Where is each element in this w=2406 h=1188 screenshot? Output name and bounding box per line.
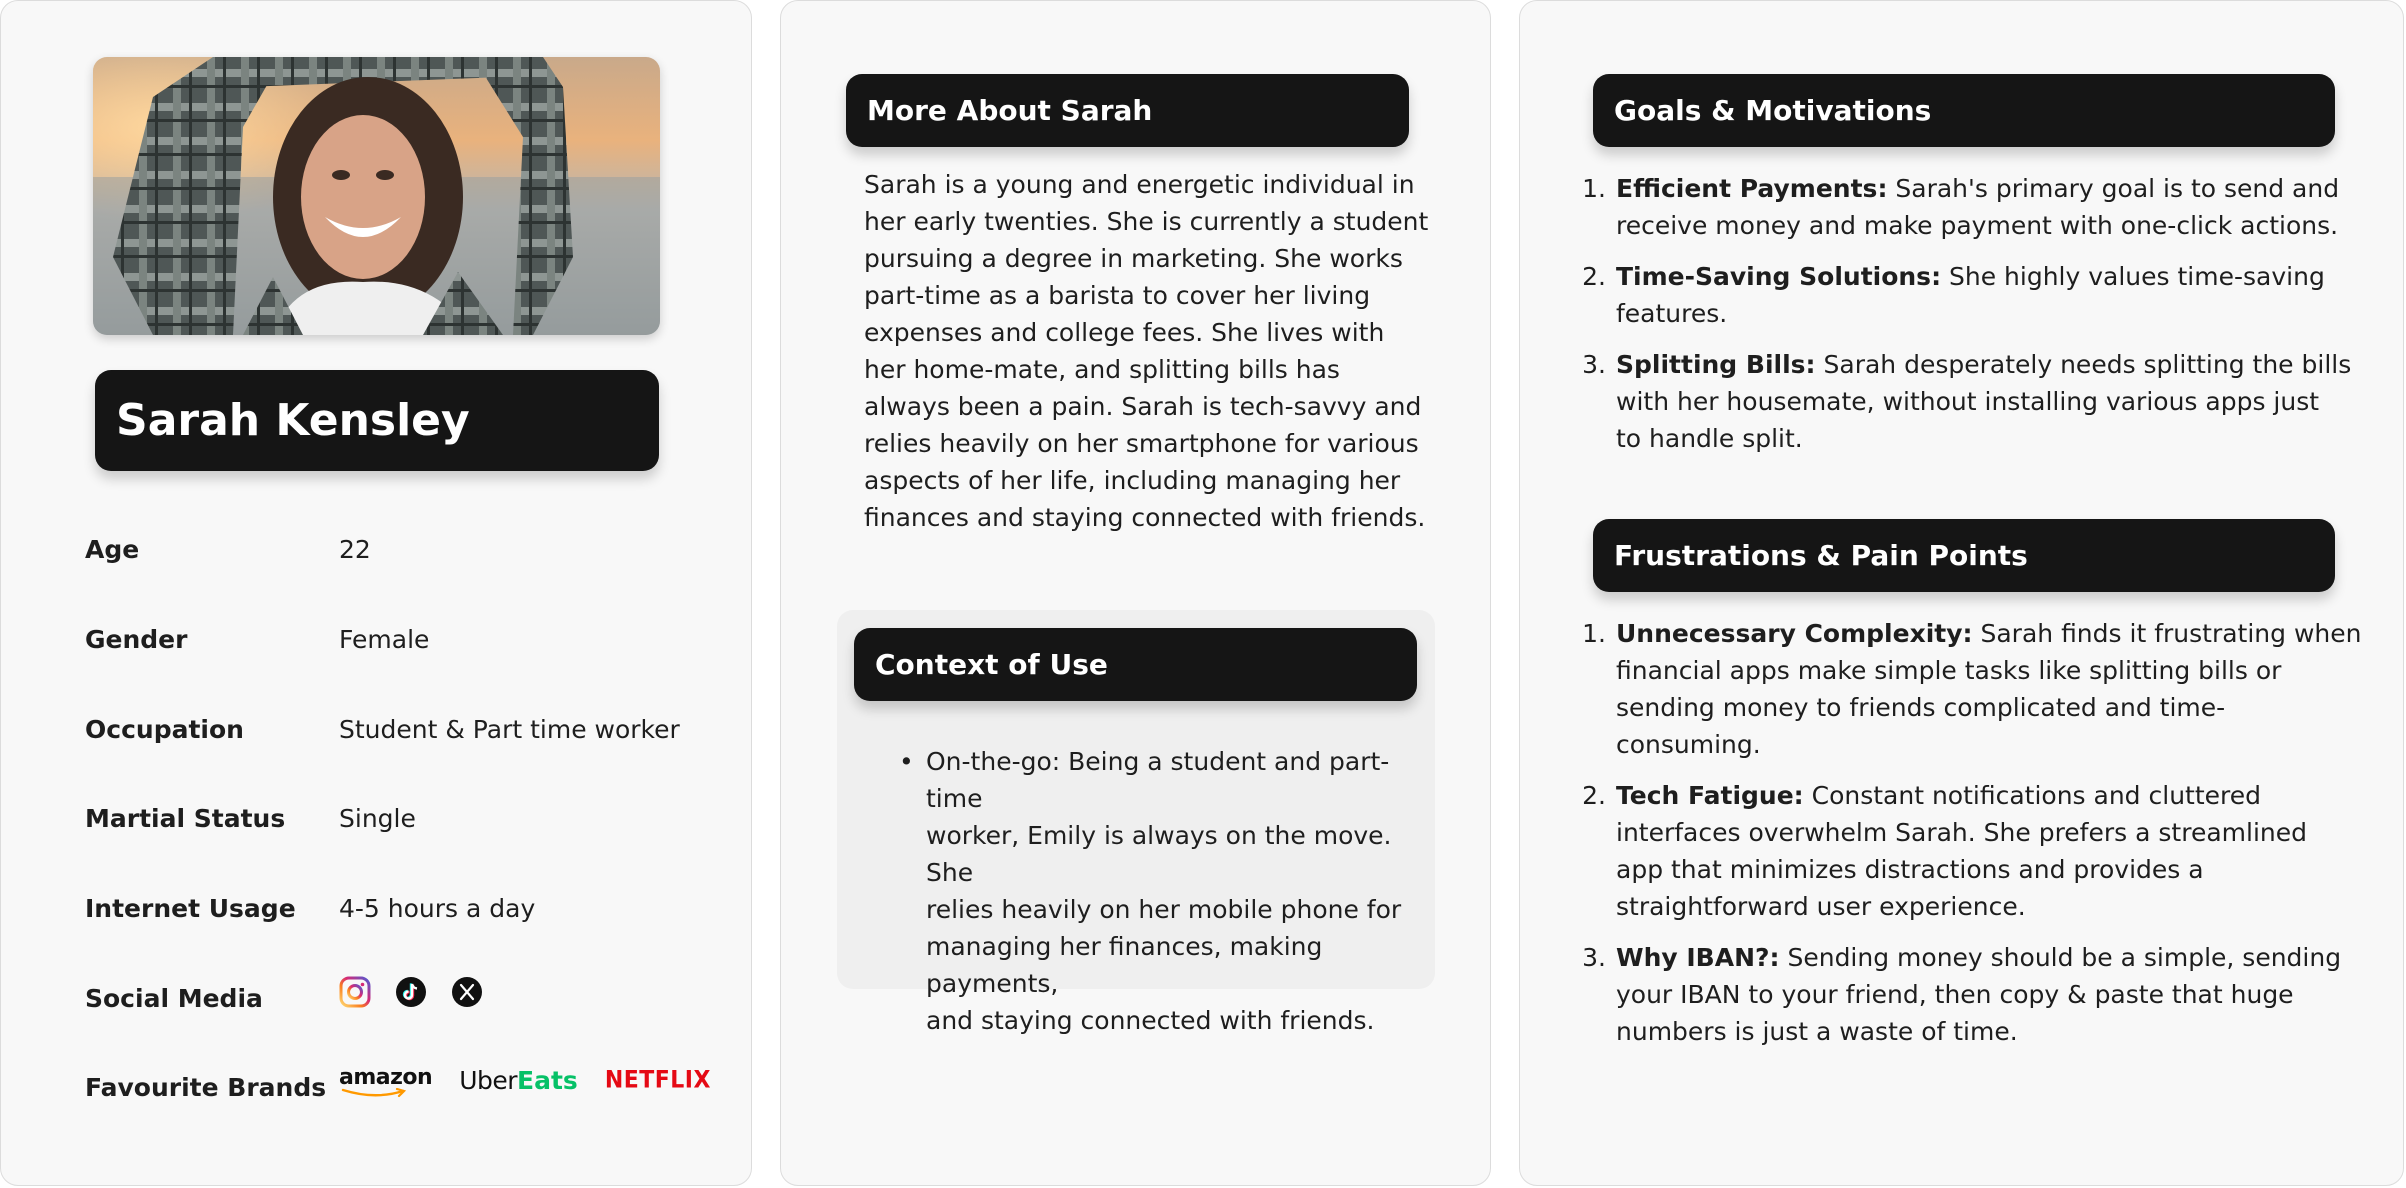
- goals-section-header: Goals & Motivations: [1593, 74, 2335, 147]
- attr-label: Internet Usage: [85, 894, 296, 923]
- amazon-logo: amazon: [339, 1065, 433, 1098]
- frustrations-section-header: Frustrations & Pain Points: [1593, 519, 2335, 592]
- attr-value: Female: [339, 625, 430, 654]
- brand-logos: amazon UberEats NETFLIX: [339, 1065, 711, 1098]
- profile-photo: [93, 57, 660, 335]
- instagram-icon[interactable]: [339, 976, 371, 1008]
- attr-label: Age: [85, 535, 140, 564]
- attr-value: Student & Part time worker: [339, 715, 680, 744]
- about-paragraph: Sarah is a young and energetic individua…: [864, 170, 1429, 532]
- list-item: 1. Unnecessary Complexity: Sarah finds i…: [1582, 619, 2362, 759]
- list-item: 3. Splitting Bills: Sarah desperately ne…: [1582, 350, 2352, 453]
- tiktok-icon[interactable]: [395, 976, 427, 1008]
- context-list: On-the-go: Being a student and part-time…: [899, 743, 1419, 1039]
- netflix-logo: NETFLIX: [604, 1066, 711, 1095]
- social-icons: [339, 976, 483, 1008]
- about-section-header: More About Sarah: [846, 74, 1409, 147]
- persona-name: Sarah Kensley: [116, 395, 470, 446]
- x-icon[interactable]: [451, 976, 483, 1008]
- attr-label: Martial Status: [85, 804, 286, 833]
- about-card: More About Sarah Sarah is a young and en…: [780, 0, 1491, 1186]
- attr-label: Favourite Brands: [85, 1073, 327, 1102]
- persona-name-banner: Sarah Kensley: [95, 370, 659, 471]
- attr-value: 22: [339, 535, 371, 564]
- list-item: 3. Why IBAN?: Sending money should be a …: [1582, 943, 2342, 1046]
- list-item: On-the-go: Being a student and part-time…: [899, 743, 1419, 1039]
- attr-value: Single: [339, 804, 416, 833]
- frustrations-title: Frustrations & Pain Points: [1614, 539, 2028, 572]
- attr-value: 4-5 hours a day: [339, 894, 536, 923]
- frustrations-list: 1. Unnecessary Complexity: Sarah finds i…: [1542, 615, 2402, 1064]
- about-title: More About Sarah: [867, 94, 1153, 127]
- goals-list: 1. Efficient Payments: Sarah's primary g…: [1542, 170, 2402, 471]
- list-item: 1. Efficient Payments: Sarah's primary g…: [1582, 174, 2340, 240]
- attr-label: Social Media: [85, 984, 263, 1013]
- list-item: 2. Time-Saving Solutions: She highly val…: [1582, 262, 2325, 328]
- uber-eats-logo: UberEats: [459, 1066, 578, 1095]
- goals-title: Goals & Motivations: [1614, 94, 1932, 127]
- context-of-use-box: Context of Use On-the-go: Being a studen…: [837, 610, 1435, 1035]
- goals-card: Goals & Motivations 1. Efficient Payment…: [1519, 0, 2404, 1186]
- context-title: Context of Use: [875, 648, 1108, 681]
- list-item: 2. Tech Fatigue: Constant notifications …: [1582, 781, 2307, 921]
- context-section-header: Context of Use: [854, 628, 1417, 701]
- attr-label: Gender: [85, 625, 188, 654]
- attr-label: Occupation: [85, 715, 244, 744]
- profile-card: Sarah Kensley Age 22 Gender Female Occup…: [0, 0, 752, 1186]
